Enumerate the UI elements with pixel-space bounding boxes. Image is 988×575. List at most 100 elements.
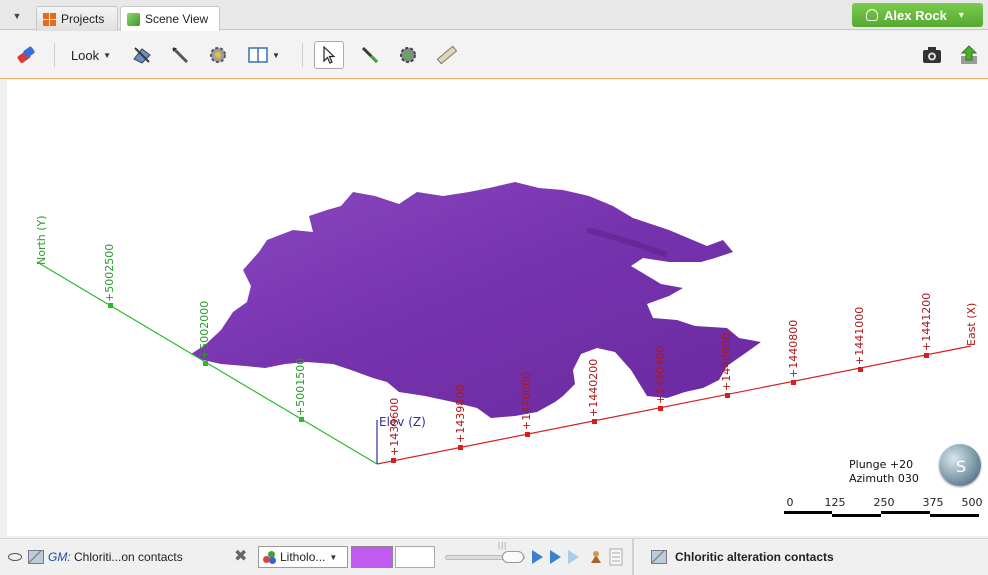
tab-projects[interactable]: Projects xyxy=(36,6,118,31)
tab-scene-view[interactable]: Scene View xyxy=(120,6,220,31)
east-tick-label: +1440000 xyxy=(520,372,533,430)
scale-tick-label: 125 xyxy=(824,496,846,509)
color-swatch[interactable] xyxy=(351,546,393,568)
green-cube-icon xyxy=(127,12,140,26)
eraser-icon xyxy=(17,46,35,63)
east-tick-label: +1439800 xyxy=(454,385,467,443)
polyline-gear-icon xyxy=(400,47,416,63)
pencil-knife-icon xyxy=(171,46,189,64)
tab-bar: ▼ Projects Scene View Alex Rock ▼ xyxy=(0,0,988,31)
select-arrow-icon xyxy=(323,46,336,64)
toolbar-separator xyxy=(302,43,303,67)
scene-list-item[interactable]: GM: Chloriti...on contacts ✖ Litholo... … xyxy=(4,541,630,571)
east-tick-label: +1439600 xyxy=(388,398,401,456)
scale-segment xyxy=(881,511,930,514)
chevron-down-icon: ▼ xyxy=(956,10,966,20)
slice-tool-button[interactable] xyxy=(128,41,156,69)
look-label: Look xyxy=(70,47,100,63)
surface-chloritic-alteration[interactable] xyxy=(191,182,761,418)
chevron-down-icon: ▼ xyxy=(272,50,280,60)
east-tick xyxy=(725,393,730,398)
snap-gear-icon xyxy=(210,47,226,63)
look-menu-button[interactable]: Look ▼ xyxy=(66,41,116,69)
list-icon[interactable] xyxy=(608,548,624,566)
properties-header: Chloritic alteration contacts xyxy=(645,543,834,571)
scale-segment xyxy=(832,514,881,517)
north-tick xyxy=(203,361,208,366)
east-tick xyxy=(592,419,597,424)
tab-menu-icon[interactable]: ▼ xyxy=(10,9,24,23)
scale-segment xyxy=(784,511,832,514)
tab-scene-view-label: Scene View xyxy=(145,12,209,26)
share-upload-button[interactable] xyxy=(955,41,983,69)
remove-icon[interactable]: ✖ xyxy=(234,549,250,565)
draw-line-button[interactable] xyxy=(356,41,384,69)
select-arrow-button[interactable] xyxy=(314,41,344,69)
projects-grid-icon xyxy=(43,12,56,26)
color-mode-select[interactable]: Litholo... ▼ xyxy=(258,546,348,568)
surface-icon xyxy=(651,550,667,564)
east-tick xyxy=(858,367,863,372)
scale-tick-label: 0 xyxy=(786,496,794,509)
gm-name: Chloriti...on contacts xyxy=(74,550,183,564)
north-axis-label: North (Y) xyxy=(35,215,48,265)
scale-tick-label: 500 xyxy=(961,496,983,509)
polyline-gear-button[interactable] xyxy=(394,41,422,69)
gm-prefix: GM: xyxy=(48,550,71,564)
play-disabled-icon[interactable] xyxy=(568,550,579,564)
east-tick-label: +1440400 xyxy=(654,346,667,404)
east-tick-label: +1440200 xyxy=(587,359,600,417)
scale-bar-labels: 0 125 250 375 500 xyxy=(787,496,987,510)
panel-splitter[interactable] xyxy=(632,539,634,575)
scene-canvas: +5002500 +5002000 +5001500 North (Y) Ele… xyxy=(35,182,978,465)
orientation-globe-icon[interactable]: S xyxy=(939,444,981,486)
user-menu-button[interactable]: Alex Rock ▼ xyxy=(852,3,983,27)
draw-line-icon xyxy=(361,46,379,64)
toolbar-separator xyxy=(54,43,55,67)
play-step-icon[interactable] xyxy=(550,550,561,564)
east-tick-label: +1440600 xyxy=(720,333,733,391)
color-mode-label: Litholo... xyxy=(280,550,326,564)
resize-grip[interactable]: ||| xyxy=(498,541,507,550)
ruler-icon xyxy=(436,45,457,65)
east-tick-label: +1440800 xyxy=(787,320,800,378)
properties-title: Chloritic alteration contacts xyxy=(675,550,834,564)
scene-viewport[interactable]: +5002500 +5002000 +5001500 North (Y) Ele… xyxy=(7,80,988,536)
compass-letter: S xyxy=(956,457,967,476)
opacity-slider-handle[interactable] xyxy=(502,551,524,563)
properties-icon[interactable] xyxy=(588,549,604,565)
tab-projects-label: Projects xyxy=(61,12,105,26)
east-tick xyxy=(391,458,396,463)
play-forward-icon[interactable] xyxy=(532,550,543,564)
scale-segment xyxy=(930,514,979,517)
north-tick xyxy=(299,417,304,422)
share-upload-icon xyxy=(960,45,978,64)
visibility-eye-icon[interactable] xyxy=(8,553,22,561)
north-tick-label: +5001500 xyxy=(294,358,307,416)
east-tick xyxy=(525,432,530,437)
north-tick-label: +5002500 xyxy=(103,244,116,302)
east-tick xyxy=(458,445,463,450)
slice-tool-icon xyxy=(133,47,151,64)
camera-button[interactable] xyxy=(918,41,946,69)
elev-axis-label: Elev (Z) xyxy=(379,415,426,429)
ruler-button[interactable] xyxy=(432,41,460,69)
north-tick xyxy=(108,303,113,308)
pencil-knife-button[interactable] xyxy=(166,41,194,69)
secondary-swatch[interactable] xyxy=(395,546,435,568)
chevron-down-icon: ▼ xyxy=(329,552,338,562)
orientation-readout: Plunge +20 Azimuth 030 xyxy=(849,458,919,486)
east-tick-label: +1441000 xyxy=(853,307,866,365)
east-tick-label: +1441200 xyxy=(920,293,933,351)
scale-tick-label: 375 xyxy=(922,496,944,509)
user-icon xyxy=(866,9,878,21)
east-axis-label: East (X) xyxy=(965,303,978,346)
snap-gear-button[interactable] xyxy=(204,41,232,69)
east-tick xyxy=(791,380,796,385)
user-name: Alex Rock xyxy=(884,7,947,23)
eraser-button[interactable] xyxy=(12,41,40,69)
panel-layout-button[interactable]: ▼ xyxy=(240,41,288,69)
geological-model-icon xyxy=(28,550,44,564)
azimuth-readout: Azimuth 030 xyxy=(849,472,919,485)
bottom-panel: GM: Chloriti...on contacts ✖ Litholo... … xyxy=(0,538,988,575)
